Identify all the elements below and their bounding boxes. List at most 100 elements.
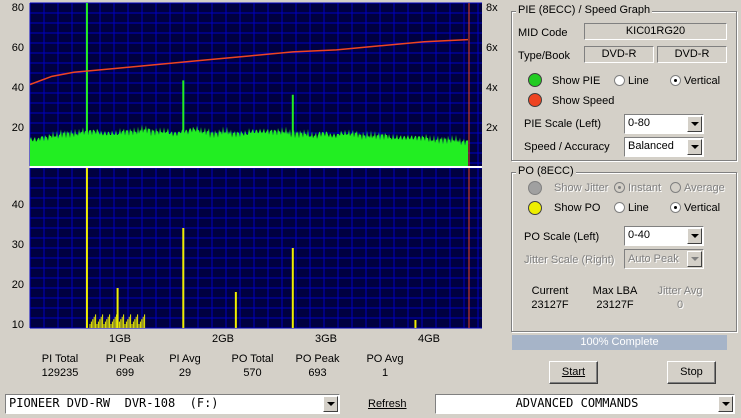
po-total-stat: PO Total 570 (225, 352, 280, 380)
chevron-down-icon (687, 251, 702, 267)
pie-y-tick: 40 (12, 82, 24, 94)
jitter-scale-select: Auto Peak (624, 249, 704, 269)
po-vertical-radio[interactable] (670, 202, 681, 213)
pie-panel-title: PIE (8ECC) / Speed Graph (516, 4, 653, 16)
chevron-down-icon[interactable] (687, 139, 702, 155)
po-line-label: Line (628, 202, 649, 214)
jitter-avg-stat: Jitter Avg 0 (650, 284, 710, 312)
pi-total-stat: PI Total 129235 (35, 352, 85, 380)
pie-vertical-radio[interactable] (670, 75, 681, 86)
pie-y-tick: 80 (12, 2, 24, 14)
pie-y-tick: 60 (12, 42, 24, 54)
pi-peak-stat: PI Peak 699 (100, 352, 150, 380)
drive-select-value: PIONEER DVD-RW DVR-108 (F:) (9, 396, 219, 410)
stop-button[interactable]: Stop (667, 361, 716, 384)
speed-y-tick: 6x (486, 42, 498, 54)
x-tick-label: 2GB (212, 333, 234, 345)
x-tick-label: 4GB (418, 333, 440, 345)
mid-code-label: MID Code (518, 27, 568, 39)
x-tick-label: 1GB (109, 333, 131, 345)
po-avg-stat: PO Avg 1 (360, 352, 410, 380)
max-lba-label: Max LBA (592, 285, 638, 297)
refresh-link[interactable]: Refresh (368, 398, 407, 410)
show-po-label[interactable]: Show PO (554, 202, 600, 214)
po-y-tick: 10 (12, 319, 24, 331)
pie-scale-value: 0-80 (628, 117, 651, 129)
show-jitter-label: Show Jitter (554, 182, 609, 194)
jitter-scale-label: Jitter Scale (Right) (524, 254, 615, 266)
chevron-down-icon[interactable] (718, 396, 733, 412)
start-button[interactable]: Start (549, 361, 598, 384)
po-peak-value: 693 (308, 367, 327, 379)
current-value: 23127F (531, 299, 569, 311)
commands-select[interactable]: ADVANCED COMMANDS (435, 394, 735, 414)
po-y-tick: 20 (12, 279, 24, 291)
jitter-average-radio (670, 182, 681, 193)
po-avg-label: PO Avg (366, 353, 404, 365)
disc-type-value: DVD-R (584, 46, 654, 63)
speed-y-tick: 4x (486, 82, 498, 94)
show-speed-label[interactable]: Show Speed (552, 95, 614, 107)
po-color-swatch[interactable] (528, 201, 542, 215)
pi-total-label: PI Total (41, 353, 79, 365)
pi-peak-label: PI Peak (105, 353, 145, 365)
pie-scale-label: PIE Scale (Left) (524, 118, 602, 130)
po-peak-stat: PO Peak 693 (290, 352, 345, 380)
po-scale-select[interactable]: 0-40 (624, 226, 704, 246)
speed-accuracy-value: Balanced (628, 140, 674, 152)
start-button-label: Start (561, 366, 586, 378)
jitter-avg-value: 0 (676, 299, 684, 311)
commands-select-value: ADVANCED COMMANDS (515, 396, 639, 410)
current-stat: Current 23127F (520, 284, 580, 312)
type-book-label: Type/Book (518, 50, 570, 62)
chevron-down-icon[interactable] (687, 228, 702, 244)
po-avg-value: 1 (381, 367, 389, 379)
progress-bar: 100% Complete (512, 335, 727, 350)
book-type-value: DVD-R (657, 46, 727, 63)
refresh-label: Refresh (368, 398, 407, 410)
pie-color-swatch[interactable] (528, 73, 542, 87)
pi-peak-value: 699 (115, 367, 135, 379)
jitter-average-label: Average (684, 182, 725, 194)
po-scale-label: PO Scale (Left) (524, 231, 600, 243)
jitter-color-swatch (528, 181, 542, 195)
pi-avg-value: 29 (178, 367, 192, 379)
po-y-tick: 30 (12, 239, 24, 251)
jitter-instant-label: Instant (628, 182, 662, 194)
chevron-down-icon[interactable] (687, 116, 702, 132)
max-lba-value: 23127F (596, 299, 634, 311)
jitter-scale-value: Auto Peak (628, 253, 679, 265)
pie-y-tick: 20 (12, 122, 24, 134)
speed-y-tick: 8x (486, 2, 498, 14)
x-tick-label: 3GB (315, 333, 337, 345)
speed-y-tick: 2x (486, 122, 498, 134)
speed-color-swatch[interactable] (528, 93, 542, 107)
speed-accuracy-select[interactable]: Balanced (624, 137, 704, 157)
po-chart: 40 30 20 10 1GB 2GB 3GB 4GB (12, 166, 482, 345)
jitter-avg-label: Jitter Avg (657, 285, 703, 297)
pie-vertical-label: Vertical (684, 75, 721, 87)
current-label: Current (531, 285, 569, 297)
show-pie-label[interactable]: Show PIE (552, 75, 600, 87)
po-scale-value: 0-40 (628, 229, 651, 241)
pie-line-label: Line (628, 75, 649, 87)
scan-charts: 80 60 40 20 8x 6x 4x 2x 40 30 20 10 1GB 2GB 3GB 4GB (0, 0, 500, 345)
po-peak-label: PO Peak (295, 353, 340, 365)
mid-code-value: KIC01RG20 (584, 23, 727, 40)
speed-accuracy-label: Speed / Accuracy (524, 141, 610, 153)
jitter-instant-radio (614, 182, 625, 193)
stop-button-label: Stop (680, 366, 703, 378)
pie-line-radio[interactable] (614, 75, 625, 86)
po-y-tick: 40 (12, 199, 24, 211)
drive-select[interactable]: PIONEER DVD-RW DVR-108 (F:) (5, 394, 340, 414)
max-lba-stat: Max LBA 23127F (585, 284, 645, 312)
po-panel-title: PO (8ECC) (516, 165, 576, 177)
pi-avg-label: PI Avg (169, 353, 201, 365)
po-vertical-label: Vertical (684, 202, 721, 214)
pi-total-value: 129235 (41, 367, 79, 379)
po-line-radio[interactable] (614, 202, 625, 213)
pi-avg-stat: PI Avg 29 (160, 352, 210, 380)
pie-scale-select[interactable]: 0-80 (624, 114, 704, 134)
chevron-down-icon[interactable] (323, 396, 338, 412)
po-total-value: 570 (243, 367, 262, 379)
